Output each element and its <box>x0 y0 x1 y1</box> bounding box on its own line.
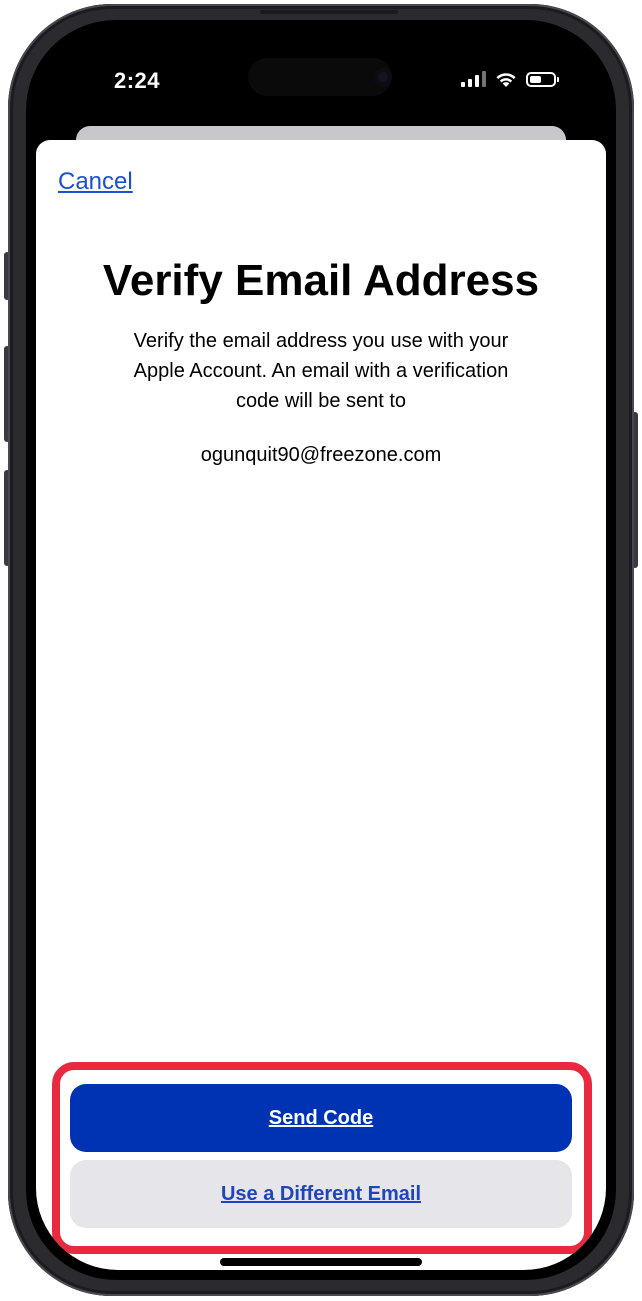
verify-email-sheet: Cancel Verify Email Address Verify the e… <box>36 140 606 1270</box>
status-time: 2:24 <box>114 68 161 93</box>
top-speaker <box>260 10 398 14</box>
front-camera-icon <box>374 68 392 86</box>
cancel-button[interactable]: Cancel <box>58 168 133 196</box>
battery-fill <box>530 75 541 83</box>
battery-icon <box>526 71 559 87</box>
use-different-email-button[interactable]: Use a Different Email <box>70 1160 572 1228</box>
phone-frame: 2:24 Cancel Verify Email Address Verify … <box>8 4 634 1296</box>
screenshot-stage: 2:24 Cancel Verify Email Address Verify … <box>0 0 642 1301</box>
wifi-icon <box>496 73 516 87</box>
phone-screen: 2:24 Cancel Verify Email Address Verify … <box>36 30 606 1270</box>
signal-bars-icon <box>461 71 486 87</box>
page-title: Verify Email Address <box>102 256 540 305</box>
phone-bezel: 2:24 Cancel Verify Email Address Verify … <box>26 20 616 1280</box>
description-text: Verify the email address you use with yo… <box>133 330 509 412</box>
email-address: ogunquit90@freezone.com <box>200 444 442 466</box>
dynamic-island <box>248 58 392 96</box>
send-code-button[interactable]: Send Code <box>70 1084 572 1152</box>
home-indicator[interactable] <box>220 1258 422 1266</box>
status-icons <box>461 66 559 92</box>
